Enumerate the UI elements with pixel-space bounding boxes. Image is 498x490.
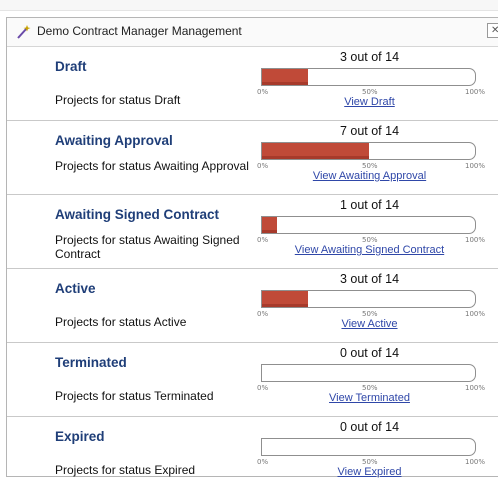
contract-manager-panel: Demo Contract Manager Management ✕ Draft…	[6, 17, 498, 478]
panel-titlebar: Demo Contract Manager Management ✕	[7, 18, 498, 47]
status-title: Terminated	[55, 355, 127, 370]
close-button[interactable]: ✕	[487, 23, 498, 38]
scale-min-label: 0%	[257, 88, 269, 96]
scale-min-label: 0%	[257, 310, 269, 318]
status-row-awaiting-approval: Awaiting Approval Projects for status Aw…	[7, 121, 498, 195]
view-active-link[interactable]: View Active	[262, 318, 477, 330]
scale-max-label: 100%	[465, 458, 486, 466]
progress-bar	[261, 438, 476, 456]
progress-fill	[262, 143, 369, 159]
scale-mid-label: 50%	[362, 236, 378, 244]
status-count: 0 out of 14	[339, 420, 400, 434]
status-count: 1 out of 14	[339, 198, 400, 212]
scale-min-label: 0%	[257, 162, 269, 170]
status-count: 3 out of 14	[339, 272, 400, 286]
status-row-awaiting-signed-contract: Awaiting Signed Contract Projects for st…	[7, 195, 498, 269]
view-awaiting-signed-contract-link[interactable]: View Awaiting Signed Contract	[262, 244, 477, 256]
view-terminated-link[interactable]: View Terminated	[262, 392, 477, 404]
view-expired-link[interactable]: View Expired	[262, 466, 477, 478]
progress-bar	[261, 290, 476, 308]
status-description: Projects for status Awaiting Signed Cont…	[55, 233, 240, 261]
status-count: 0 out of 14	[339, 346, 400, 360]
panel-title: Demo Contract Manager Management	[37, 24, 242, 38]
status-count: 3 out of 14	[339, 50, 400, 64]
progress-bar	[261, 364, 476, 382]
status-row-terminated: Terminated Projects for status Terminate…	[7, 343, 498, 417]
scale-min-label: 0%	[257, 236, 269, 244]
status-row-expired: Expired Projects for status Expired 0 ou…	[7, 417, 498, 490]
progress-fill	[262, 69, 308, 85]
scale-max-label: 100%	[465, 310, 486, 318]
scale-mid-label: 50%	[362, 384, 378, 392]
status-list: Draft Projects for status Draft 3 out of…	[7, 47, 498, 490]
status-title: Draft	[55, 59, 87, 74]
wand-icon	[15, 24, 31, 40]
progress-bar	[261, 142, 476, 160]
view-draft-link[interactable]: View Draft	[262, 96, 477, 108]
progress-fill	[262, 291, 308, 307]
status-row-active: Active Projects for status Active 3 out …	[7, 269, 498, 343]
status-title: Awaiting Signed Contract	[55, 207, 220, 222]
status-description: Projects for status Draft	[55, 93, 181, 107]
status-title: Active	[55, 281, 96, 296]
scale-mid-label: 50%	[362, 458, 378, 466]
status-description: Projects for status Awaiting Approval	[55, 159, 249, 173]
scale-max-label: 100%	[465, 236, 486, 244]
status-title: Awaiting Approval	[55, 133, 173, 148]
status-description: Projects for status Terminated	[55, 389, 214, 403]
scale-min-label: 0%	[257, 384, 269, 392]
status-description: Projects for status Active	[55, 315, 187, 329]
scale-max-label: 100%	[465, 384, 486, 392]
progress-fill	[262, 217, 278, 233]
status-title: Expired	[55, 429, 105, 444]
progress-bar	[261, 68, 476, 86]
scale-max-label: 100%	[465, 162, 486, 170]
scale-min-label: 0%	[257, 458, 269, 466]
view-awaiting-approval-link[interactable]: View Awaiting Approval	[262, 170, 477, 182]
scale-mid-label: 50%	[362, 310, 378, 318]
scale-mid-label: 50%	[362, 162, 378, 170]
scale-max-label: 100%	[465, 88, 486, 96]
scale-mid-label: 50%	[362, 88, 378, 96]
status-count: 7 out of 14	[339, 124, 400, 138]
progress-bar	[261, 216, 476, 234]
status-description: Projects for status Expired	[55, 463, 196, 477]
close-icon: ✕	[491, 25, 498, 36]
top-strip	[0, 0, 498, 11]
status-row-draft: Draft Projects for status Draft 3 out of…	[7, 47, 498, 121]
